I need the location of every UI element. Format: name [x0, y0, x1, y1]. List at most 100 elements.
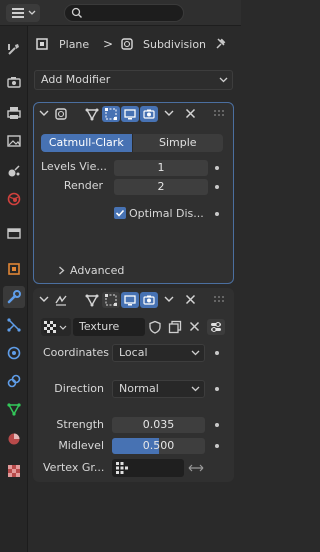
coordinates-value: Local [119, 346, 148, 359]
subdivision-type-tabs: Catmull-Clark Simple [41, 134, 223, 152]
texture-checker-icon [44, 321, 56, 333]
modifier-properties: Plane > Subdivision Add Modifier Catmull… [28, 26, 241, 552]
direction-label: Direction [54, 382, 104, 395]
texture-properties-button[interactable] [207, 319, 225, 335]
strength-label: Strength [56, 418, 104, 431]
collapse-chevron-icon[interactable] [39, 295, 49, 303]
tool-icon [6, 41, 22, 57]
mesh-data-triangle-icon [6, 401, 22, 417]
keyframe-dot-icon[interactable] [215, 444, 219, 448]
add-modifier-dropdown[interactable]: Add Modifier [34, 70, 233, 90]
breadcrumb-object: Plane [59, 38, 90, 51]
drag-handle-icon[interactable] [213, 109, 227, 119]
tab-object[interactable] [3, 258, 25, 280]
viewport-display-toggle[interactable] [121, 106, 139, 122]
edit-mode-toggle[interactable] [102, 292, 120, 308]
optimal-display-checkbox[interactable] [114, 207, 126, 219]
on-cage-icon[interactable] [85, 107, 99, 121]
subdivision-modifier-panel: Catmull-Clark Simple Levels Vie... 1 Ren… [33, 102, 234, 284]
camera-icon [143, 108, 155, 120]
render-camera-icon [6, 74, 22, 90]
sliders-icon [211, 322, 221, 332]
keyframe-dot-icon[interactable] [215, 166, 219, 170]
keyframe-dot-icon[interactable] [215, 185, 219, 189]
direction-value: Normal [119, 382, 159, 395]
particles-icon [6, 317, 22, 333]
keyframe-dot-icon[interactable] [215, 423, 219, 427]
close-icon[interactable] [185, 294, 196, 305]
levels-viewport-field[interactable]: 1 [114, 160, 208, 176]
search-icon [71, 7, 83, 19]
levels-viewport-label: Levels Vie... [41, 160, 107, 173]
fake-user-shield-icon[interactable] [148, 320, 162, 334]
tab-data[interactable] [3, 398, 25, 420]
breadcrumb-separator: > [103, 37, 114, 51]
on-cage-icon[interactable] [85, 293, 99, 307]
displace-modifier-panel: Texture Coordinates Local Direction Norm… [33, 288, 234, 482]
duplicate-icon[interactable] [168, 320, 182, 334]
chevron-down-icon[interactable] [164, 110, 174, 117]
tab-simple[interactable]: Simple [131, 134, 223, 152]
advanced-subpanel-header[interactable]: Advanced [70, 264, 124, 277]
vertex-group-icon [116, 462, 128, 474]
render-levels-field[interactable]: 2 [114, 179, 208, 195]
keyframe-dot-icon[interactable] [215, 351, 219, 355]
tab-collection[interactable] [3, 222, 25, 244]
edit-mode-icon [105, 294, 117, 306]
texture-name-field[interactable]: Texture [73, 318, 145, 336]
collapse-chevron-icon[interactable] [39, 109, 49, 117]
tab-physics[interactable] [3, 342, 25, 364]
panel-header [34, 289, 233, 311]
displace-modifier-icon [54, 293, 68, 307]
texture-name: Texture [79, 320, 120, 333]
direction-dropdown[interactable]: Normal [112, 380, 205, 398]
tab-material[interactable] [3, 428, 25, 450]
properties-tab-bar [0, 26, 28, 552]
coordinates-dropdown[interactable]: Local [112, 344, 205, 362]
midlevel-value: 0.500 [142, 439, 175, 452]
pin-icon[interactable] [214, 37, 228, 51]
chevron-down-icon [59, 325, 67, 331]
vertex-group-field[interactable] [112, 459, 184, 477]
tab-particles[interactable] [3, 314, 25, 336]
panel-header [34, 103, 233, 125]
midlevel-slider[interactable]: 0.500 [112, 438, 205, 454]
tab-constraints[interactable] [3, 370, 25, 392]
tab-world[interactable] [3, 188, 25, 210]
collection-box-icon [6, 225, 22, 241]
tab-tool[interactable] [3, 38, 25, 60]
tab-view-layer[interactable] [3, 130, 25, 152]
tab-catmull-clark[interactable]: Catmull-Clark [41, 134, 132, 152]
tab-scene[interactable] [3, 160, 25, 182]
physics-orbit-icon [6, 345, 22, 361]
tab-modifiers[interactable] [3, 286, 25, 308]
keyframe-dot-icon[interactable] [215, 387, 219, 391]
properties-editor-icon [11, 7, 25, 19]
editor-type-button[interactable] [6, 4, 40, 22]
edit-mode-icon [105, 108, 117, 120]
chevron-down-icon [219, 77, 228, 83]
properties-header [0, 0, 241, 26]
texture-browse-button[interactable] [41, 318, 71, 336]
close-icon[interactable] [185, 108, 196, 119]
strength-field[interactable]: 0.035 [112, 417, 205, 433]
search-input[interactable] [64, 4, 184, 22]
invert-arrows-icon[interactable] [188, 462, 204, 474]
chevron-down-icon[interactable] [164, 296, 174, 303]
subdivision-modifier-icon [120, 37, 134, 51]
edit-mode-toggle[interactable] [102, 106, 120, 122]
chevron-right-icon[interactable] [58, 266, 65, 275]
tab-render[interactable] [3, 71, 25, 93]
coordinates-label: Coordinates [43, 346, 110, 359]
chevron-down-icon [191, 350, 200, 356]
keyframe-dot-icon[interactable] [215, 212, 219, 216]
unlink-close-icon[interactable] [189, 321, 200, 332]
wrench-icon [6, 289, 22, 305]
tab-texture[interactable] [3, 460, 25, 482]
render-toggle[interactable] [140, 292, 158, 308]
tab-output[interactable] [3, 102, 25, 124]
chevron-down-icon [28, 10, 36, 16]
drag-handle-icon[interactable] [213, 295, 227, 305]
render-toggle[interactable] [140, 106, 158, 122]
viewport-display-toggle[interactable] [121, 292, 139, 308]
